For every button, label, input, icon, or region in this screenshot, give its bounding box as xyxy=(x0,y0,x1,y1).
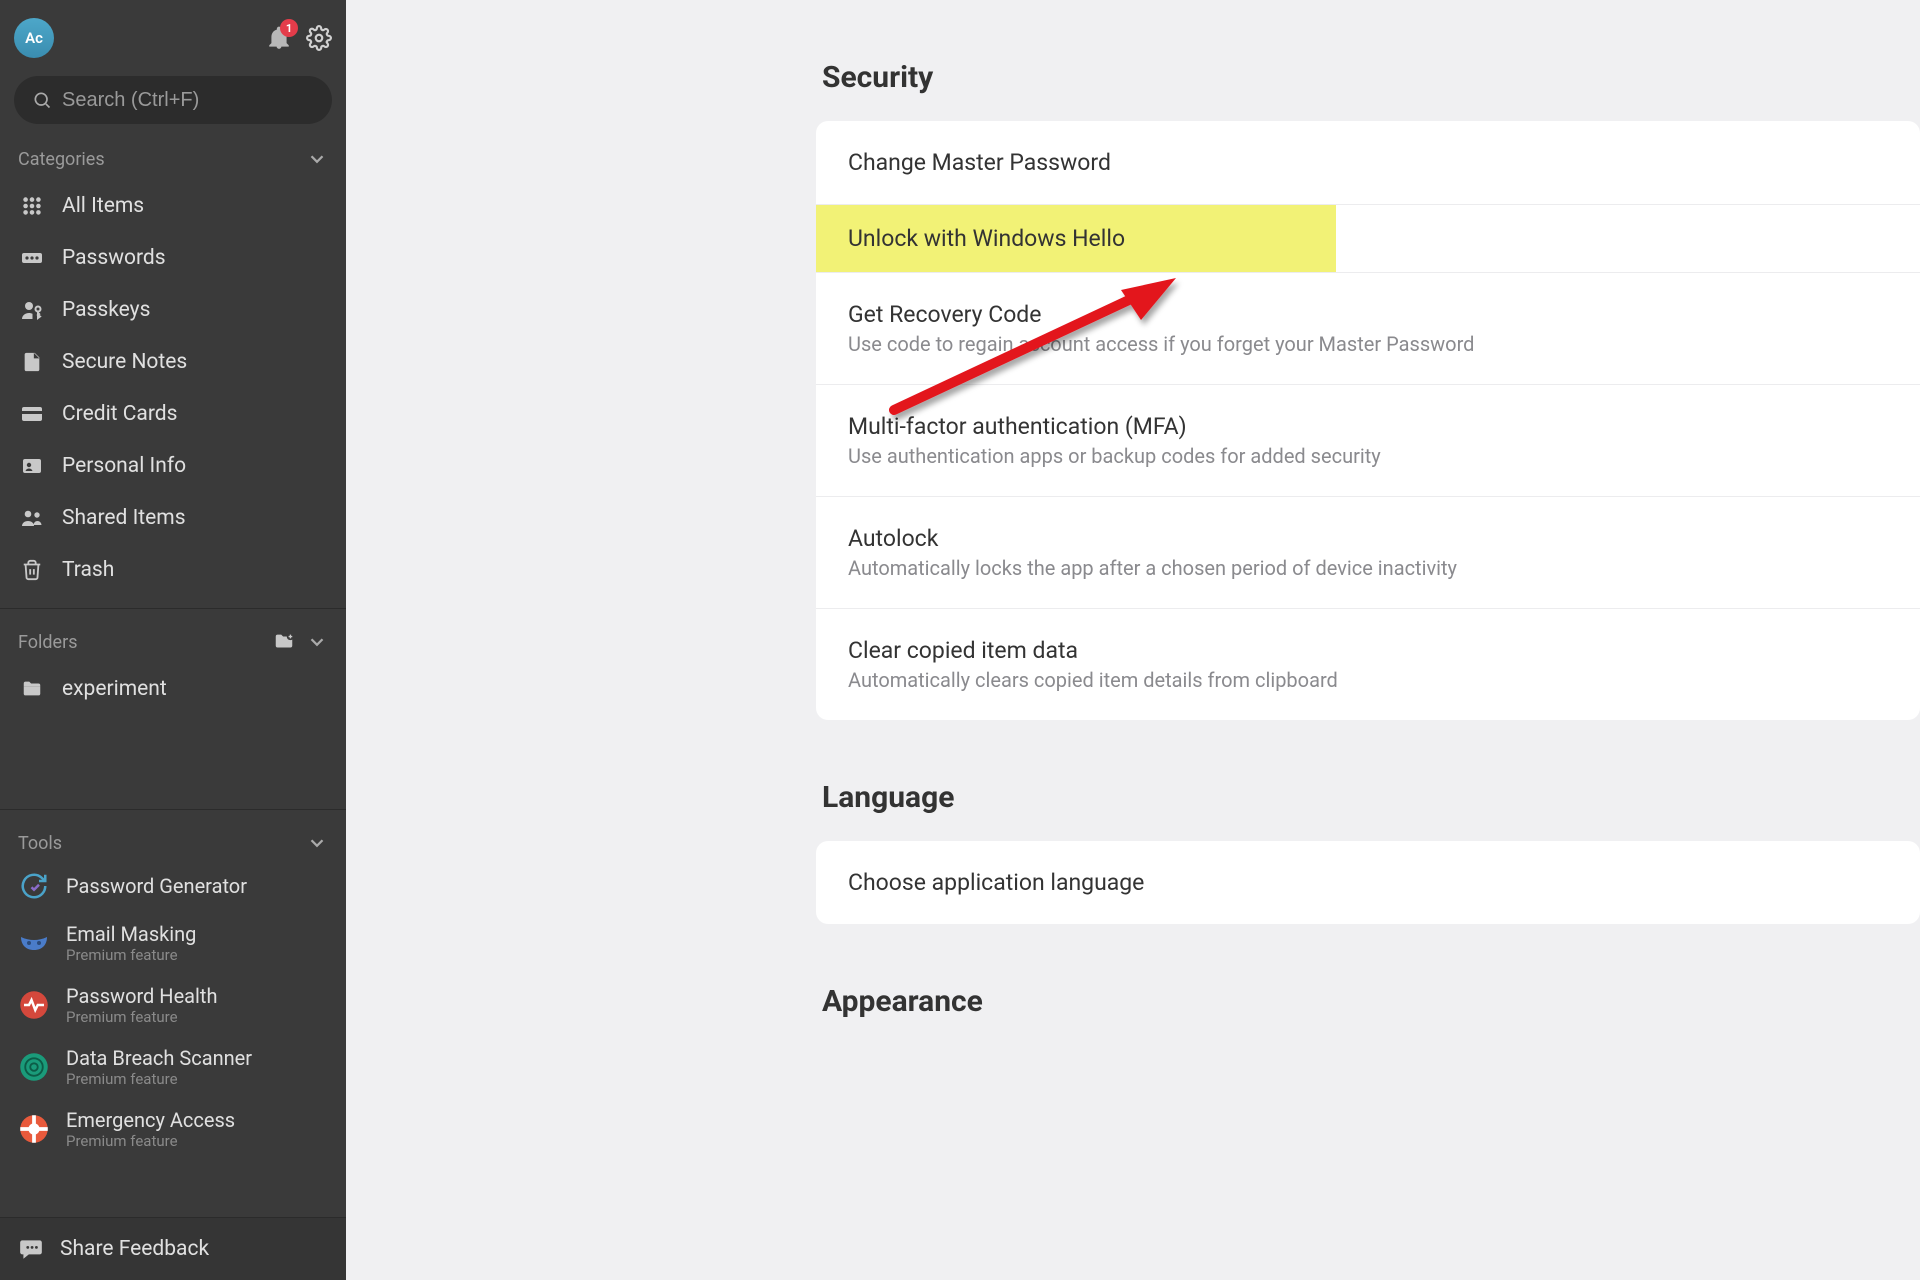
row-autolock[interactable]: Autolock Automatically locks the app aft… xyxy=(816,497,1920,609)
row-recovery-code[interactable]: Get Recovery Code Use code to regain acc… xyxy=(816,273,1920,385)
chevron-down-icon xyxy=(306,631,328,653)
tool-sublabel: Premium feature xyxy=(66,1070,252,1088)
mask-icon xyxy=(18,927,50,959)
section-title-security: Security xyxy=(822,60,1920,95)
sidebar-item-label: Trash xyxy=(62,558,114,582)
row-desc: Automatically locks the app after a chos… xyxy=(848,556,1888,580)
folders-nav: experiment xyxy=(0,659,346,719)
scanner-icon xyxy=(18,1051,50,1083)
categories-nav: All Items Passwords Passkeys Secure Note… xyxy=(0,176,346,600)
chevron-down-icon xyxy=(306,832,328,854)
section-label: Folders xyxy=(18,632,78,653)
section-title-appearance: Appearance xyxy=(822,984,1920,1019)
passkey-icon xyxy=(18,296,46,324)
tools-header[interactable]: Tools xyxy=(0,818,346,860)
security-card: Change Master Password Unlock with Windo… xyxy=(816,121,1920,720)
folder-icon xyxy=(18,675,46,703)
tool-sublabel: Premium feature xyxy=(66,946,196,964)
row-title: Clear copied item data xyxy=(848,637,1888,664)
tool-label: Data Breach Scanner xyxy=(66,1046,252,1070)
password-icon xyxy=(18,244,46,272)
search-icon xyxy=(32,90,52,110)
tool-sublabel: Premium feature xyxy=(66,1008,217,1026)
share-feedback-button[interactable]: Share Feedback xyxy=(0,1217,346,1280)
sidebar-item-passkeys[interactable]: Passkeys xyxy=(0,284,346,336)
sidebar-item-label: Personal Info xyxy=(62,454,186,478)
sidebar-item-label: Secure Notes xyxy=(62,350,187,374)
folders-header[interactable]: Folders xyxy=(0,617,346,659)
folder-label: experiment xyxy=(62,677,167,701)
row-desc: Use code to regain account access if you… xyxy=(848,332,1888,356)
sidebar: Ac 1 Categories xyxy=(0,0,346,1280)
avatar[interactable]: Ac xyxy=(14,18,54,58)
tool-data-breach[interactable]: Data Breach Scanner Premium feature xyxy=(0,1036,346,1098)
sidebar-item-all-items[interactable]: All Items xyxy=(0,180,346,232)
add-folder-icon[interactable] xyxy=(272,631,296,653)
settings-icon[interactable] xyxy=(306,25,332,51)
notifications-badge: 1 xyxy=(280,19,298,37)
feedback-label: Share Feedback xyxy=(60,1237,209,1261)
search-field[interactable] xyxy=(62,89,314,112)
row-mfa[interactable]: Multi-factor authentication (MFA) Use au… xyxy=(816,385,1920,497)
tool-label: Email Masking xyxy=(66,922,196,946)
categories-header[interactable]: Categories xyxy=(0,134,346,176)
health-icon xyxy=(18,989,50,1021)
sidebar-item-personal-info[interactable]: Personal Info xyxy=(0,440,346,492)
tool-label: Password Health xyxy=(66,984,217,1008)
tool-emergency-access[interactable]: Emergency Access Premium feature xyxy=(0,1098,346,1160)
credit-card-icon xyxy=(18,400,46,428)
sidebar-item-label: All Items xyxy=(62,194,144,218)
row-desc: Automatically clears copied item details… xyxy=(848,668,1888,692)
row-choose-language[interactable]: Choose application language xyxy=(816,841,1920,924)
sidebar-item-label: Shared Items xyxy=(62,506,186,530)
sidebar-item-shared-items[interactable]: Shared Items xyxy=(0,492,346,544)
tool-sublabel: Premium feature xyxy=(66,1132,235,1150)
section-label: Tools xyxy=(18,833,62,854)
trash-icon xyxy=(18,556,46,584)
section-label: Categories xyxy=(18,149,105,170)
folder-item[interactable]: experiment xyxy=(0,663,346,715)
sidebar-item-credit-cards[interactable]: Credit Cards xyxy=(0,388,346,440)
notifications-icon[interactable]: 1 xyxy=(266,25,292,51)
tool-label: Emergency Access xyxy=(66,1108,235,1132)
search-input[interactable] xyxy=(14,76,332,124)
row-windows-hello[interactable]: Unlock with Windows Hello xyxy=(816,205,1920,273)
tool-label: Password Generator xyxy=(66,874,247,898)
row-title: Get Recovery Code xyxy=(848,301,1888,328)
sidebar-item-trash[interactable]: Trash xyxy=(0,544,346,596)
sidebar-item-label: Passkeys xyxy=(62,298,150,322)
row-title: Change Master Password xyxy=(848,149,1888,176)
shared-icon xyxy=(18,504,46,532)
tool-password-health[interactable]: Password Health Premium feature xyxy=(0,974,346,1036)
row-title: Unlock with Windows Hello xyxy=(816,205,1336,272)
row-title: Autolock xyxy=(848,525,1888,552)
grid-icon xyxy=(18,192,46,220)
main-content: Security Change Master Password Unlock w… xyxy=(346,0,1920,1280)
generator-icon xyxy=(18,870,50,902)
sidebar-item-label: Passwords xyxy=(62,246,166,270)
row-clear-copied[interactable]: Clear copied item data Automatically cle… xyxy=(816,609,1920,720)
note-icon xyxy=(18,348,46,376)
row-desc: Use authentication apps or backup codes … xyxy=(848,444,1888,468)
tool-password-generator[interactable]: Password Generator xyxy=(0,860,346,912)
row-title: Multi-factor authentication (MFA) xyxy=(848,413,1888,440)
chevron-down-icon xyxy=(306,148,328,170)
tool-email-masking[interactable]: Email Masking Premium feature xyxy=(0,912,346,974)
language-card: Choose application language xyxy=(816,841,1920,924)
row-title: Choose application language xyxy=(848,869,1888,896)
section-title-language: Language xyxy=(822,780,1920,815)
sidebar-item-label: Credit Cards xyxy=(62,402,177,426)
feedback-icon xyxy=(18,1236,44,1262)
id-icon xyxy=(18,452,46,480)
sidebar-item-secure-notes[interactable]: Secure Notes xyxy=(0,336,346,388)
row-change-master-password[interactable]: Change Master Password xyxy=(816,121,1920,205)
lifebuoy-icon xyxy=(18,1113,50,1145)
sidebar-item-passwords[interactable]: Passwords xyxy=(0,232,346,284)
